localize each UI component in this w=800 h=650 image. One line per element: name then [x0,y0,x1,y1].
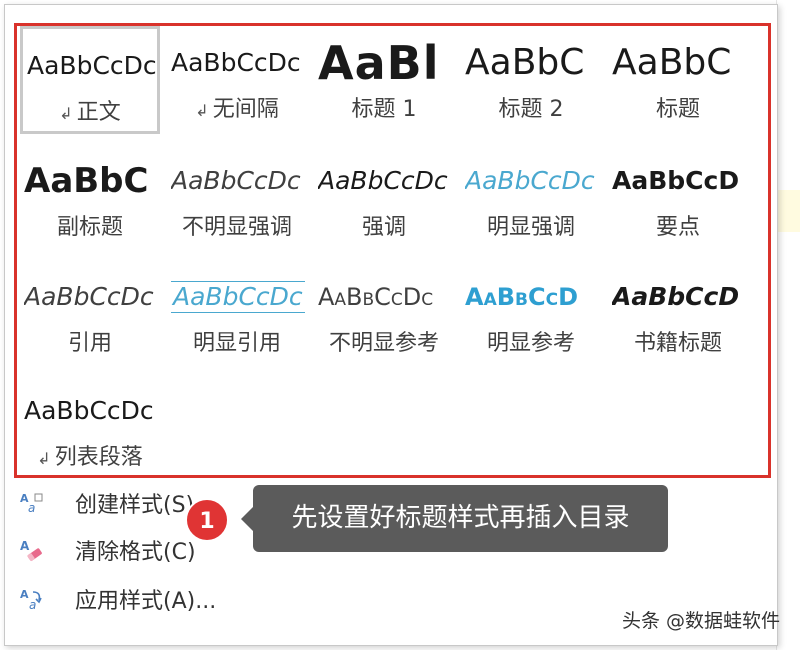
style-tile-title[interactable]: AaBbC 标题 [608,26,748,134]
style-tile-intense-emphasis[interactable]: AaBbCcDc 明显强调 [461,144,601,252]
style-name: 不明显参考 [328,331,439,356]
create-style-label: 创建样式(S) [75,493,195,518]
style-sample: AaBbCcDc [465,166,595,195]
style-tile-subtle-reference[interactable]: AaBbCcDc 不明显参考 [314,260,454,368]
svg-text:a: a [29,598,36,612]
style-sample: AaBbCcDc [24,282,154,311]
svg-text:A: A [20,539,30,553]
style-name: 书籍标题 [633,331,722,356]
style-tile-heading-2[interactable]: AaBbC 标题 2 [461,26,601,134]
style-tile-quote[interactable]: AaBbCcDc 引用 [20,260,160,368]
style-tile-strong[interactable]: AaBbCcD 要点 [608,144,748,252]
style-tile-subtle-emphasis[interactable]: AaBbCcDc 不明显强调 [167,144,307,252]
apply-styles-menu-item[interactable]: A a 应用样式(A)... [19,579,259,619]
style-sample: AaBbCcDc [171,48,301,77]
style-name: 无间隔 [212,97,279,122]
document-highlight-strip [778,190,800,232]
paragraph-mark-icon: ↲ [37,449,51,468]
style-tile-intense-reference[interactable]: AaBbCcD 明显参考 [461,260,601,368]
style-sample: AaBbCcDc [318,166,448,195]
style-tile-subtitle[interactable]: AaBbC 副标题 [20,144,160,252]
svg-text:A: A [20,588,29,601]
style-name: 明显参考 [486,331,575,356]
style-name: 列表段落 [54,445,143,470]
style-sample: AaBbCcDc [171,166,301,195]
style-sample: AaBbC [24,161,149,201]
style-sample: AaBbC [612,42,732,83]
style-tile-list-paragraph[interactable]: AaBbCcDc ↲ 列表段落 [20,374,160,482]
instruction-callout: 先设置好标题样式再插入目录 [241,485,668,552]
style-name: 标题 1 [351,97,417,122]
style-name: 强调 [361,215,406,240]
style-name: 标题 2 [498,97,564,122]
style-sample: AaBbCcDc [24,396,154,425]
style-sample: AaBbCcDc [171,268,307,326]
style-name: 引用 [67,331,112,356]
style-sample: AaBbCcDc [318,283,434,311]
style-name: 要点 [655,215,700,240]
style-tile-heading-1[interactable]: AaBl 标题 1 [314,26,454,134]
style-label: ↲ 无间隔 [167,92,307,128]
style-gallery: AaBbCcDc ↲ 正文 AaBbCcDc ↲ 无间隔 AaBl 标题 1 AaB… [14,23,771,478]
clear-formatting-menu-item[interactable]: A 清除格式(C) [19,530,259,570]
style-sample: AaBbCcDc [27,51,157,80]
svg-text:a: a [28,501,35,515]
style-tile-emphasis[interactable]: AaBbCcDc 强调 [314,144,454,252]
paragraph-mark-icon: ↲ [59,104,73,123]
style-name: 不明显强调 [181,215,292,240]
style-name: 标题 [655,97,700,122]
style-name: 正文 [76,100,121,125]
style-tile-normal[interactable]: AaBbCcDc ↲ 正文 [20,26,160,134]
style-sample: AaBbCcD [612,166,740,195]
style-name: 副标题 [56,215,123,240]
create-style-icon: A a [19,490,45,516]
style-tile-no-spacing[interactable]: AaBbCcDc ↲ 无间隔 [167,26,307,134]
style-sample-text: AaBbCcDc [171,281,305,313]
style-sample: AaBbCcD [465,283,578,311]
style-label: ↲ 列表段落 [20,440,160,476]
style-sample: AaBbC [465,42,585,83]
style-label: ↲ 正文 [23,95,157,131]
step-number-badge: 1 [185,498,229,542]
style-tile-intense-quote[interactable]: AaBbCcDc 明显引用 [167,260,307,368]
paragraph-mark-icon: ↲ [195,101,209,120]
eraser-icon: A [19,537,45,563]
style-sample: AaBbCcD [612,282,740,311]
watermark: 头条 @数据蛙软件 [621,610,780,632]
style-name: 明显引用 [192,331,281,356]
clear-formatting-label: 清除格式(C) [75,540,196,565]
apply-styles-icon: A a [19,586,45,612]
apply-styles-label: 应用样式(A)... [75,589,217,614]
style-name: 明显强调 [486,215,575,240]
style-tile-book-title[interactable]: AaBbCcD 书籍标题 [608,260,748,368]
style-sample: AaBl [318,36,440,90]
